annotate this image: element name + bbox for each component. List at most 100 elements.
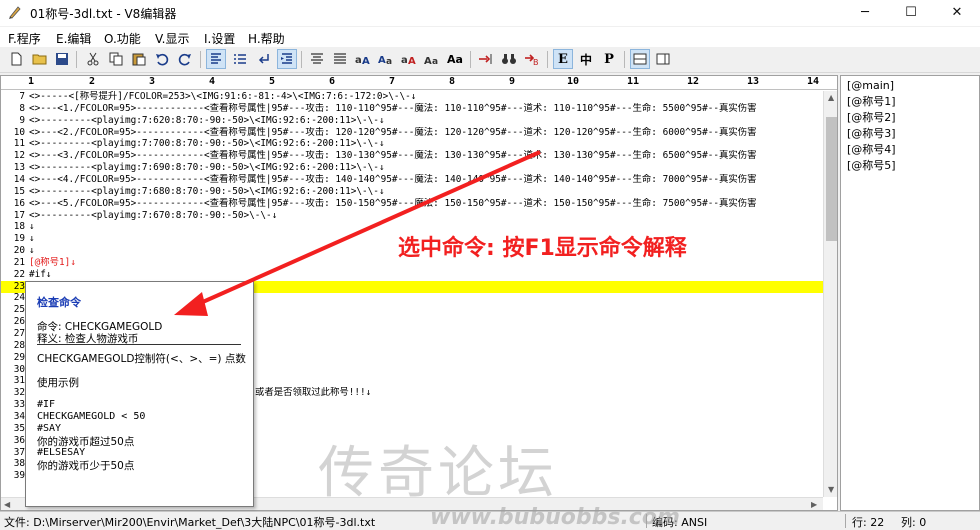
svg-text:a: a <box>432 57 438 66</box>
vertical-scrollbar[interactable]: ▲ ▼ <box>823 91 837 497</box>
paste-icon[interactable] <box>129 49 149 69</box>
toolbar-separator <box>547 51 548 68</box>
code-line[interactable]: 7 <>-----<[称号提升]/FCOLOR=253>\<IMG:91:6:-8… <box>1 91 823 103</box>
p-mode-button[interactable]: P <box>599 49 619 69</box>
list-icon[interactable] <box>230 49 250 69</box>
title-bar: 01称号-3dl.txt - V8编辑器 ─ ☐ ✕ <box>0 0 980 26</box>
scroll-up-arrow-icon[interactable]: ▲ <box>828 93 834 102</box>
scroll-down-arrow-icon[interactable]: ▼ <box>828 485 834 494</box>
line-number: 7 <box>19 91 25 102</box>
maximize-button[interactable]: ☐ <box>888 0 934 26</box>
new-file-icon[interactable] <box>6 49 26 69</box>
cut-icon[interactable] <box>83 49 103 69</box>
chinese-mode-button[interactable]: 中 <box>576 49 596 69</box>
undo-icon[interactable] <box>152 49 172 69</box>
replace-all-icon[interactable]: Aa <box>376 49 396 69</box>
copy-icon[interactable] <box>106 49 126 69</box>
code-line[interactable]: 8 <>---<1./FCOLOR=95>------------<查看称号属性|… <box>1 103 823 115</box>
split-vertical-icon[interactable] <box>653 49 673 69</box>
swap-case-icon[interactable]: aA <box>399 49 419 69</box>
forum-watermark: 传奇论坛 <box>318 441 558 506</box>
line-number: 14 <box>13 173 25 185</box>
ruler-mark: 3 <box>149 76 156 87</box>
menu-view[interactable]: V.显示 <box>155 30 189 47</box>
svg-text:A: A <box>362 56 370 66</box>
menu-help[interactable]: H.帮助 <box>248 30 285 47</box>
code-line[interactable]: 10 <>---<2./FCOLOR=95>------------<查看称号属性… <box>1 127 823 139</box>
code-line[interactable]: 13 <>---------<playimg:7:690:8:70:-90:-50… <box>1 162 823 174</box>
ruler-mark: 12 <box>687 76 700 87</box>
label-item[interactable]: [@称号1] <box>847 94 973 110</box>
redo-icon[interactable] <box>175 49 195 69</box>
open-folder-icon[interactable] <box>30 49 50 69</box>
code-line[interactable]: 15 <>---------<playimg:7:680:8:70:-90:-50… <box>1 186 823 198</box>
menu-function[interactable]: O.功能 <box>104 30 141 47</box>
line-number: 12 <box>13 150 25 162</box>
code-line[interactable]: 22 #if↓ <box>1 269 823 281</box>
code-line[interactable]: 17 <>---------<playimg:7:670:8:70:-90:-50… <box>1 210 823 222</box>
minimize-button[interactable]: ─ <box>842 0 888 26</box>
line-text: [@称号1]↓ <box>29 256 76 268</box>
line-number: 19 <box>13 233 25 245</box>
scroll-thumb[interactable] <box>826 117 837 241</box>
label-item[interactable]: [@称号3] <box>847 126 973 142</box>
binoculars-icon[interactable] <box>499 49 519 69</box>
split-horizontal-icon[interactable] <box>630 49 650 69</box>
justify-icon[interactable] <box>330 49 350 69</box>
line-number: 37 <box>13 446 25 458</box>
code-line[interactable]: 14 <>---<4./FCOLOR=95>------------<查看称号属性… <box>1 174 823 186</box>
menu-edit[interactable]: E.编辑 <box>56 30 91 47</box>
line-number: 8 <box>19 102 25 114</box>
svg-text:A: A <box>378 55 386 66</box>
indent-icon[interactable] <box>254 49 274 69</box>
line-number: 31 <box>13 375 25 387</box>
label-item[interactable]: [@称号2] <box>847 110 973 126</box>
save-icon[interactable] <box>52 49 72 69</box>
line-number: 25 <box>13 304 25 316</box>
line-text: <>---------<playimg:7:620:8:70:-90:-50>\… <box>29 114 385 126</box>
find-replace-icon[interactable]: aA <box>353 49 373 69</box>
menu-program[interactable]: F.程序 <box>8 30 41 47</box>
align-left-icon[interactable] <box>206 49 226 69</box>
goto-line-icon[interactable] <box>476 49 496 69</box>
font-size-button[interactable]: Aa <box>445 49 465 69</box>
scroll-left-arrow-icon[interactable]: ◀ <box>4 500 10 509</box>
line-number: 39 <box>13 470 25 482</box>
align-lines-icon[interactable] <box>307 49 327 69</box>
goto-label-icon[interactable]: B <box>522 49 542 69</box>
popup-example-line: #IF <box>37 399 56 410</box>
label-item[interactable]: [@称号5] <box>847 158 973 174</box>
code-line[interactable]: 9 <>---------<playimg:7:620:8:70:-90:-50>… <box>1 115 823 127</box>
ruler-mark: 11 <box>627 76 640 87</box>
toolbar-separator <box>301 51 302 68</box>
popup-example-heading: 使用示例 <box>37 377 79 389</box>
popup-syntax: CHECKGAMEGOLD控制符(<、>、=) 点数 <box>37 353 246 365</box>
scroll-right-arrow-icon[interactable]: ▶ <box>811 500 817 509</box>
menu-settings[interactable]: I.设置 <box>204 30 235 47</box>
case-toggle-icon[interactable]: Aa <box>422 49 442 69</box>
line-number: 20 <box>13 245 25 257</box>
line-text: 或者是否领取过此称号!!!↓ <box>255 387 372 399</box>
code-line[interactable]: 12 <>---<3./FCOLOR=95>------------<查看称号属性… <box>1 150 823 162</box>
label-item[interactable]: [@称号4] <box>847 142 973 158</box>
ruler-mark: 8 <box>449 76 456 87</box>
ruler-mark: 6 <box>329 76 336 87</box>
code-line[interactable]: 11 <>---------<playimg:7:700:8:70:-90:-50… <box>1 138 823 150</box>
popup-example-line: #ELSESAY <box>37 447 86 458</box>
column-ruler: 1 2 3 4 5 6 7 8 9 10 11 12 13 14 <box>1 76 837 90</box>
line-number: 24 <box>13 292 25 304</box>
outdent-icon[interactable] <box>277 49 297 69</box>
line-number: 9 <box>19 114 25 126</box>
forum-watermark-url: www.bubuobbs.com <box>430 505 680 530</box>
code-line[interactable]: 16 <>---<5./FCOLOR=95>------------<查看称号属性… <box>1 198 823 210</box>
ruler-mark: 13 <box>747 76 760 87</box>
line-number: 36 <box>13 434 25 446</box>
ruler-mark: 2 <box>89 76 96 87</box>
svg-text:A: A <box>408 56 416 66</box>
label-item[interactable]: [@main] <box>847 78 973 94</box>
line-number: 38 <box>13 458 25 470</box>
toolbar-separator <box>200 51 201 68</box>
annotation-caption: 选中命令: 按F1显示命令解释 <box>398 236 687 261</box>
english-mode-button[interactable]: E <box>553 49 573 69</box>
close-button[interactable]: ✕ <box>934 0 980 26</box>
